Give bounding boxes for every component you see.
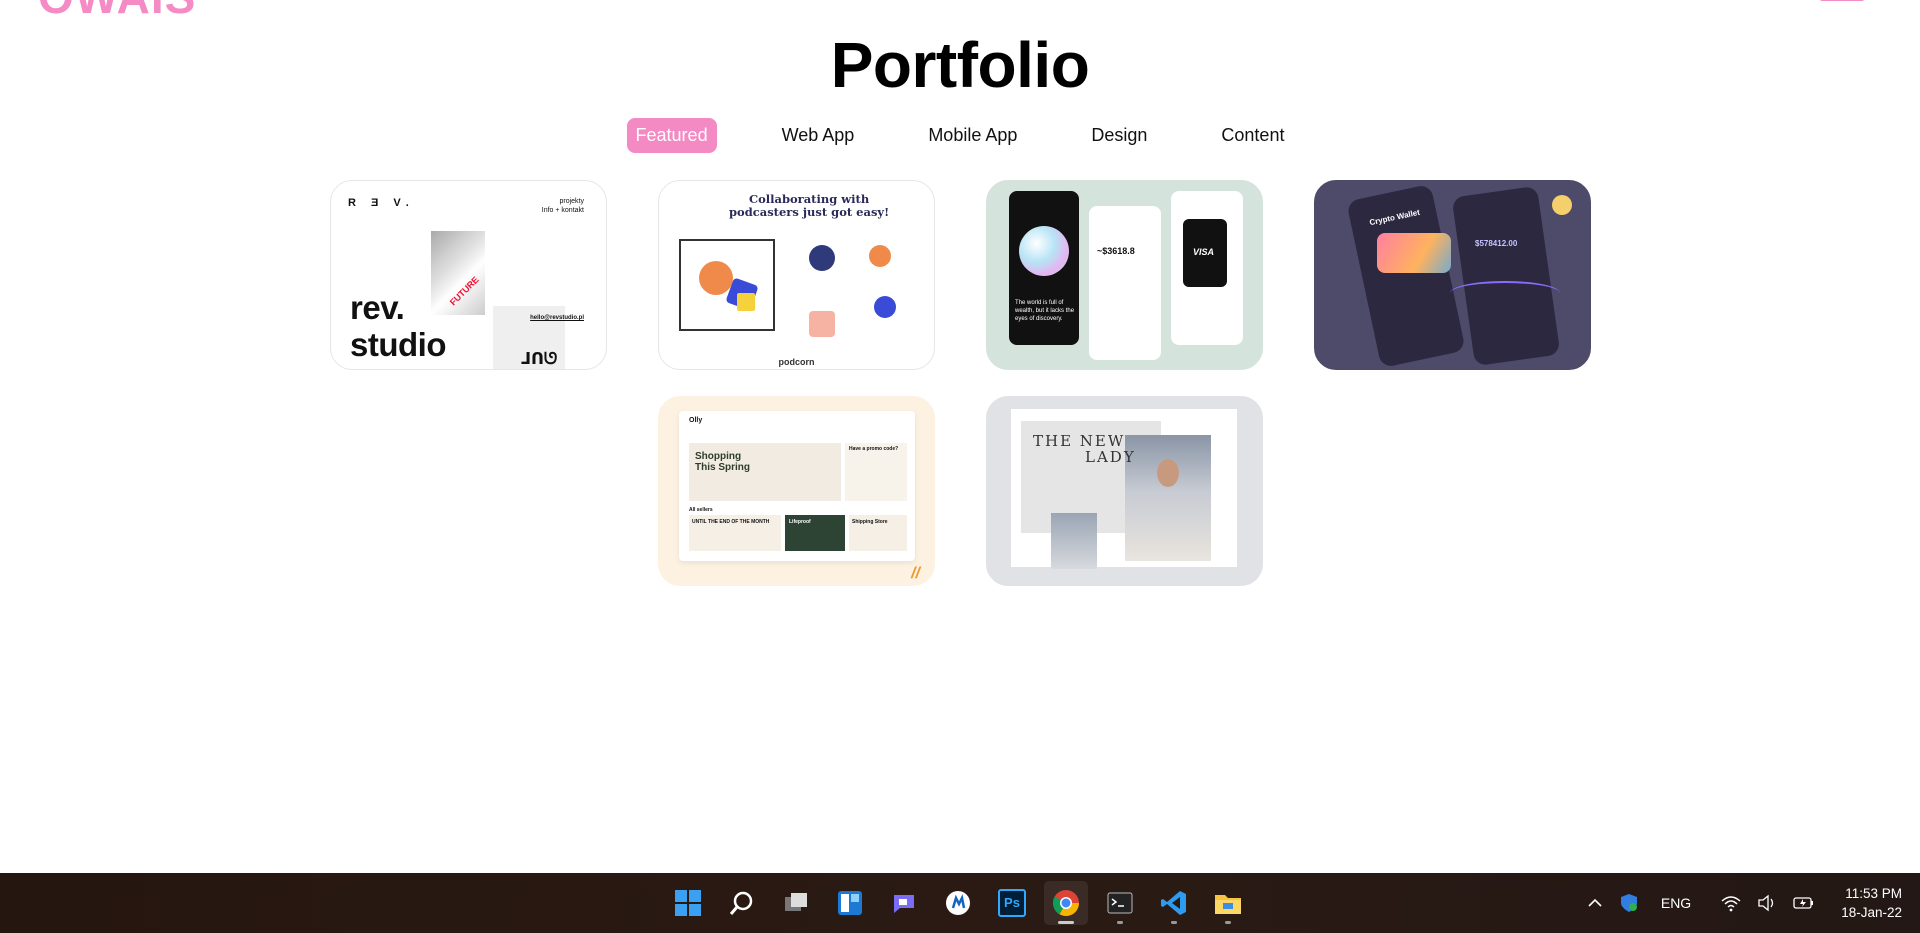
promo-box: Have a promo code? — [845, 443, 907, 501]
model-face — [1157, 459, 1179, 487]
crypto-amount: $578412.00 — [1475, 239, 1518, 248]
shop-hero-title: Shopping This Spring — [695, 451, 750, 473]
rev-brand: R Ǝ V. — [348, 197, 415, 209]
phone-right — [1451, 185, 1561, 367]
site-logo[interactable]: OWAIS — [38, 0, 196, 24]
active-indicator — [1058, 921, 1074, 924]
rev-headline: rev. studio — [350, 289, 446, 363]
chrome-icon[interactable] — [1044, 881, 1088, 925]
shop-block-label: Shipping Store — [852, 519, 888, 525]
running-indicator — [1117, 921, 1123, 924]
brand-slash: // — [911, 565, 920, 582]
chevron-up-icon[interactable] — [1587, 895, 1603, 911]
page-title: Portfolio — [830, 29, 1090, 101]
tab-mobile-app[interactable]: Mobile App — [919, 118, 1026, 153]
system-tray: ENG 11:53 PM 18-Jan-22 — [1579, 873, 1920, 933]
tab-featured[interactable]: Featured — [626, 118, 717, 153]
portfolio-grid: R Ǝ V. projekty Info + kontakt FUTURE re… — [330, 180, 1591, 586]
clock-date: 18-Jan-22 — [1841, 905, 1902, 920]
wifi-icon[interactable] — [1721, 894, 1741, 912]
language-indicator[interactable]: ENG — [1661, 895, 1691, 911]
shop-block-label: Lifeproof — [789, 519, 811, 525]
file-explorer-icon[interactable] — [1206, 881, 1250, 925]
search-icon[interactable] — [720, 881, 764, 925]
coin-graphic — [1552, 195, 1572, 215]
terminal-icon[interactable] — [1098, 881, 1142, 925]
shop-block: Lifeproof — [785, 515, 845, 551]
security-shield-icon[interactable] — [1619, 893, 1639, 913]
olly-logo: Olly — [689, 417, 703, 424]
widgets-icon[interactable] — [828, 881, 872, 925]
menu-toggle[interactable] — [1820, 0, 1864, 1]
running-indicator — [1225, 921, 1231, 924]
small-photo — [1051, 513, 1097, 569]
illustration-blob — [809, 311, 835, 337]
illustration-blob — [869, 245, 891, 267]
windows-taskbar: Ps ENG 11:53 PM 18-Jan-22 — [0, 873, 1920, 933]
orb-graphic — [1019, 226, 1069, 276]
project-card-crypto-wallet[interactable]: Crypto Wallet $578412.00 — [1314, 180, 1591, 370]
project-card-finance-app[interactable]: The world is full of wealth, but it lack… — [986, 180, 1263, 370]
project-card-podcorn[interactable]: Collaborating with podcasters just got e… — [658, 180, 935, 370]
visa-card: VISA — [1183, 219, 1227, 287]
promo-label: Have a promo code? — [849, 446, 899, 452]
model-photo — [1125, 435, 1211, 561]
volume-icon[interactable] — [1757, 894, 1777, 912]
windows-start-icon[interactable] — [666, 881, 710, 925]
headline-line2: LADY — [1085, 448, 1136, 466]
battery-icon[interactable] — [1793, 894, 1815, 912]
chart-wave — [1450, 281, 1560, 305]
illustration-blob — [699, 261, 733, 295]
shop-block: UNTIL THE END OF THE MONTH — [689, 515, 781, 551]
filter-tabs: Featured Web App Mobile App Design Conte… — [0, 118, 1920, 153]
task-view-icon[interactable] — [774, 881, 818, 925]
podcorn-headline: Collaborating with podcasters just got e… — [729, 192, 890, 219]
shop-block: Shipping Store — [849, 515, 907, 551]
phone-chart — [1089, 206, 1161, 360]
rev-mark: ᒧᑎᘎ — [521, 351, 558, 368]
project-card-new-lady[interactable]: THE NEW LADY — [986, 396, 1263, 586]
edge-app-icon[interactable] — [936, 881, 980, 925]
illustration-blob — [874, 296, 896, 318]
finance-amount: ~$3618.8 — [1097, 246, 1135, 256]
rev-nav: projekty Info + kontakt — [541, 198, 584, 214]
photoshop-icon[interactable]: Ps — [990, 881, 1034, 925]
crypto-card — [1377, 233, 1451, 273]
portfolio-page: OWAIS Portfolio Featured Web App Mobile … — [0, 0, 1920, 873]
vscode-icon[interactable] — [1152, 881, 1196, 925]
headline-line1: THE NEW — [1033, 432, 1126, 450]
shop-block-label: UNTIL THE END OF THE MONTH — [692, 519, 770, 525]
tab-content[interactable]: Content — [1212, 118, 1293, 153]
running-indicator — [1171, 921, 1177, 924]
system-clock[interactable]: 11:53 PM 18-Jan-22 — [1841, 884, 1902, 922]
project-card-olly-shop[interactable]: Olly Shopping This Spring Have a promo c… — [658, 396, 935, 586]
illustration-blob — [737, 293, 755, 311]
tab-design[interactable]: Design — [1082, 118, 1156, 153]
podcorn-logo: podcorn — [778, 357, 815, 367]
clock-time: 11:53 PM — [1845, 886, 1902, 901]
sellers-label: All sellers — [689, 507, 713, 513]
finance-tagline: The world is full of wealth, but it lack… — [1015, 300, 1075, 322]
project-card-rev-studio[interactable]: R Ǝ V. projekty Info + kontakt FUTURE re… — [330, 180, 607, 370]
taskbar-apps: Ps — [666, 881, 1250, 925]
tab-web-app[interactable]: Web App — [773, 118, 864, 153]
photoshop-label: Ps — [998, 889, 1026, 917]
teams-chat-icon[interactable] — [882, 881, 926, 925]
illustration-blob — [809, 245, 835, 271]
rev-email: hello@revstudio.pl — [530, 315, 584, 321]
new-lady-headline: THE NEW LADY — [1033, 433, 1136, 465]
